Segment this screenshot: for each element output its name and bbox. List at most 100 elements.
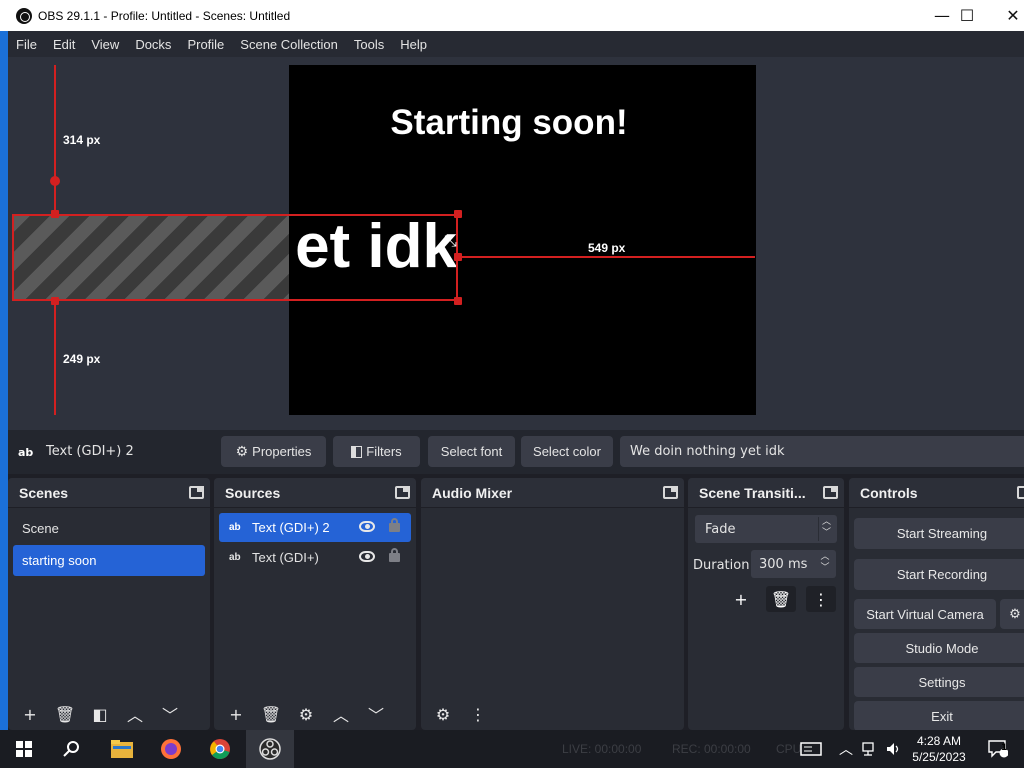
remove-source-trash-icon[interactable]: 🗑: [258, 701, 284, 727]
maximize-button[interactable]: ☐: [944, 0, 990, 31]
add-source-plus-icon[interactable]: +: [223, 701, 249, 727]
guide-line-bottom: [54, 301, 56, 415]
title-bar: OBS 29.1.1 - Profile: Untitled - Scenes:…: [0, 0, 1024, 31]
live-timer: LIVE: 00:00:00: [562, 742, 642, 756]
menu-view[interactable]: View: [91, 37, 119, 52]
add-scene-plus-icon[interactable]: +: [17, 701, 43, 727]
text-source-icon: ab: [229, 552, 241, 563]
system-clock[interactable]: 4:28 AM 5/25/2023: [907, 733, 971, 765]
resize-handle-bottom[interactable]: [51, 297, 59, 305]
scenes-dock-header: Scenes: [8, 478, 210, 508]
remove-transition-trash-icon[interactable]: 🗑: [766, 586, 796, 612]
clock-time: 4:28 AM: [916, 734, 962, 748]
audio-mixer-dock-title: Audio Mixer: [432, 485, 513, 501]
resize-handle-top[interactable]: [51, 210, 59, 218]
move-scene-down-chevron-icon[interactable]: ﹀: [157, 701, 183, 727]
filters-icon: [351, 445, 363, 458]
add-transition-plus-icon[interactable]: +: [726, 586, 756, 612]
selection-box[interactable]: [12, 214, 458, 301]
close-button[interactable]: ✕: [990, 0, 1024, 31]
notifications-icon[interactable]: 1: [976, 730, 1020, 768]
windows-taskbar: LIVE: 00:00:00 REC: 00:00:00 CPU ︿ 4:28 …: [0, 730, 1024, 768]
selected-source-name: Text (GDI+) 2: [46, 444, 134, 459]
start-virtual-camera-button[interactable]: Start Virtual Camera: [854, 599, 996, 629]
menu-edit[interactable]: Edit: [53, 37, 75, 52]
move-source-up-chevron-icon[interactable]: ︿: [328, 701, 354, 727]
move-scene-up-chevron-icon[interactable]: ︿: [122, 701, 148, 727]
windows-start-icon[interactable]: [0, 730, 48, 768]
exit-button[interactable]: Exit: [854, 701, 1024, 730]
undock-icon[interactable]: [1017, 486, 1024, 499]
source-text-field[interactable]: We doin nothing yet idk: [620, 436, 1024, 467]
virtual-camera-settings-gear-icon[interactable]: ⚙: [1000, 599, 1024, 629]
transition-menu-kebab-icon[interactable]: ⋮: [806, 586, 836, 612]
menu-docks[interactable]: Docks: [135, 37, 171, 52]
firefox-icon[interactable]: [147, 730, 195, 768]
menu-help[interactable]: Help: [400, 37, 427, 52]
start-recording-button[interactable]: Start Recording: [854, 559, 1024, 590]
preview-area[interactable]: Starting soon! et idk 314 px 249 px 549 …: [8, 57, 1024, 430]
move-source-down-chevron-icon[interactable]: ﹀: [363, 701, 389, 727]
resize-handle-bottom-right[interactable]: [454, 297, 462, 305]
settings-button[interactable]: Settings: [854, 667, 1024, 697]
audio-mixer-dock: Audio Mixer ⚙ ⋮: [421, 478, 684, 730]
scenes-dock: Scenes Scene starting soon + 🗑 ◧ ︿ ﹀: [8, 478, 210, 730]
resize-handle-right[interactable]: [454, 253, 462, 261]
visibility-eye-icon[interactable]: [359, 521, 375, 532]
distance-label-bottom: 249 px: [63, 352, 101, 366]
guide-line-right: [458, 256, 755, 258]
source-item-selected[interactable]: ab Text (GDI+) 2: [219, 513, 411, 542]
select-font-button[interactable]: Select font: [428, 436, 515, 467]
undock-icon[interactable]: [395, 486, 410, 499]
clock-date: 5/25/2023: [912, 750, 966, 764]
studio-mode-button[interactable]: Studio Mode: [854, 633, 1024, 663]
chrome-icon[interactable]: [196, 730, 244, 768]
sources-dock: Sources ab Text (GDI+) 2 ab Text (GDI+) …: [214, 478, 416, 730]
scene-transitions-dock-header: Scene Transiti...: [688, 478, 844, 508]
duration-spinbox[interactable]: 300 ms ︿ ﹀: [751, 550, 836, 578]
undock-icon[interactable]: [663, 486, 678, 499]
duration-value: 300 ms: [759, 556, 808, 572]
spin-arrows-icon[interactable]: ︿ ﹀: [817, 552, 833, 576]
task-view-icon[interactable]: [796, 730, 826, 768]
window-title: OBS 29.1.1 - Profile: Untitled - Scenes:…: [38, 8, 291, 23]
scene-item[interactable]: Scene: [13, 513, 205, 544]
volume-icon[interactable]: [882, 730, 906, 768]
obs-logo-icon: [16, 7, 32, 24]
undock-icon[interactable]: [823, 486, 838, 499]
menu-file[interactable]: File: [16, 37, 37, 52]
filters-button[interactable]: Filters: [333, 436, 420, 467]
undock-icon[interactable]: [189, 486, 204, 499]
controls-dock: Controls Start Streaming Start Recording…: [849, 478, 1024, 730]
controls-dock-header: Controls: [849, 478, 1024, 508]
advanced-audio-gears-icon[interactable]: ⚙: [430, 701, 456, 727]
audio-mixer-toolbar: ⚙ ⋮: [421, 698, 684, 730]
network-icon[interactable]: [858, 730, 882, 768]
resize-handle-top-right[interactable]: [454, 210, 462, 218]
text-source-icon: ab: [229, 522, 241, 533]
start-streaming-button[interactable]: Start Streaming: [854, 518, 1024, 549]
menu-profile[interactable]: Profile: [187, 37, 224, 52]
guide-dot: [50, 176, 60, 186]
obs-taskbar-icon[interactable]: [246, 730, 294, 768]
source-item[interactable]: ab Text (GDI+): [219, 543, 411, 572]
lock-icon[interactable]: [389, 518, 400, 532]
source-list: ab Text (GDI+) 2 ab Text (GDI+): [214, 509, 416, 694]
text-source-icon: ab: [18, 446, 34, 459]
source-properties-gear-icon[interactable]: ⚙: [293, 701, 319, 727]
scene-item-selected[interactable]: starting soon: [13, 545, 205, 576]
search-icon[interactable]: [48, 730, 96, 768]
properties-button[interactable]: ⚙ Properties: [221, 436, 326, 467]
remove-scene-trash-icon[interactable]: 🗑: [52, 701, 78, 727]
select-color-button[interactable]: Select color: [521, 436, 613, 467]
tray-chevron-up-icon[interactable]: ︿: [834, 730, 858, 768]
scene-filters-icon[interactable]: ◧: [87, 701, 113, 727]
audio-mixer-menu-kebab-icon[interactable]: ⋮: [465, 701, 491, 727]
audio-mixer-dock-header: Audio Mixer: [421, 478, 684, 508]
visibility-eye-icon[interactable]: [359, 551, 375, 562]
file-explorer-icon[interactable]: [98, 730, 146, 768]
lock-icon[interactable]: [389, 548, 400, 562]
menu-scene-collection[interactable]: Scene Collection: [240, 37, 338, 52]
transition-select[interactable]: Fade ︿ ﹀: [695, 515, 837, 543]
menu-tools[interactable]: Tools: [354, 37, 384, 52]
